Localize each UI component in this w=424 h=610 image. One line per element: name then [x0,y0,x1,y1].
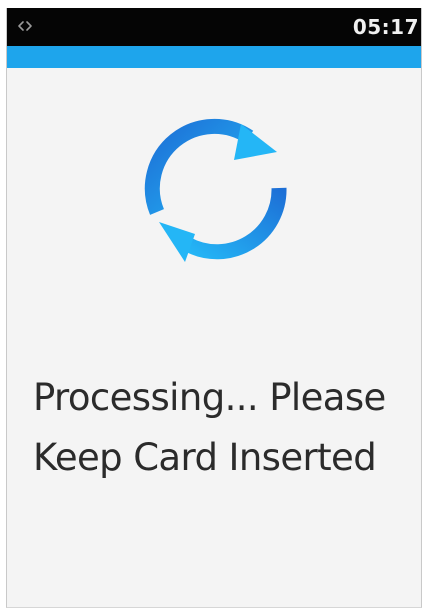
accent-strip [7,46,421,68]
status-bar: 05:17 [7,8,421,46]
processing-spinner-icon [144,118,287,262]
payment-terminal-screen: 05:17 Processing... Please Keep Card Ins… [6,8,422,608]
spinner-arc-lower [183,187,287,260]
sync-arrows-icon [18,21,32,31]
spinner-arrow-lower [159,222,195,262]
spinner-arrow-upper [234,124,277,160]
processing-message: Processing... Please Keep Card Inserted [33,368,417,488]
spinner-arc-upper [144,118,254,215]
message-line-1: Processing... Please [33,376,386,419]
status-time: 05:17 [352,15,419,39]
message-line-2: Keep Card Inserted [33,436,377,479]
